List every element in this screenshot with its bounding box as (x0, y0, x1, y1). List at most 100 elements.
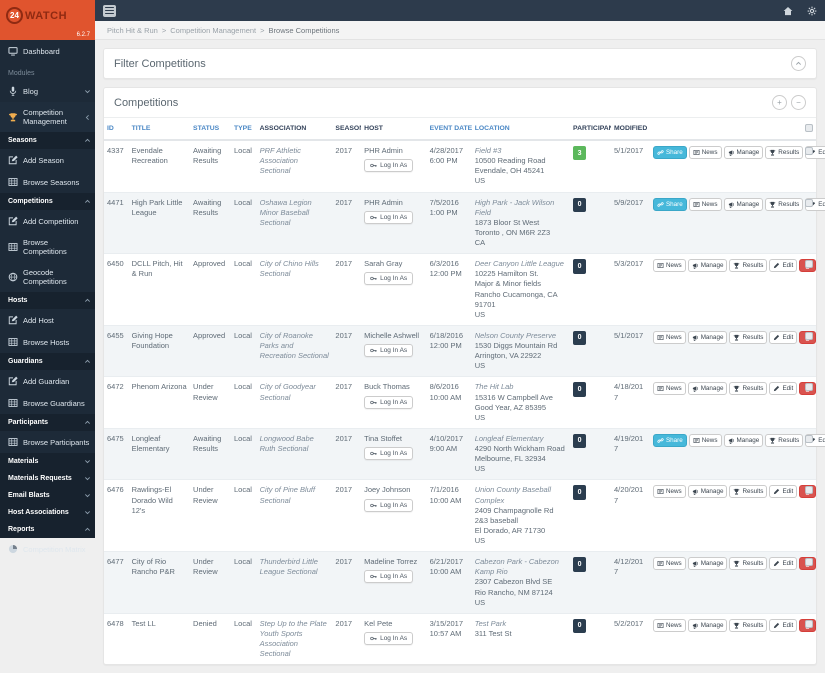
news-button[interactable]: News (652, 330, 686, 344)
sidebar-item-add-competition[interactable]: Add Competition (0, 210, 95, 232)
sidebar-header-email-blasts[interactable]: Email Blasts (0, 487, 95, 504)
share-button[interactable]: Share (652, 433, 687, 447)
column-header-event-date[interactable]: EVENT DATE (426, 117, 472, 141)
column-header-status[interactable]: STATUS (190, 117, 231, 141)
log-in-as-button[interactable]: Log In As (364, 447, 414, 460)
manage-button[interactable]: Manage (723, 197, 764, 211)
column-header-title[interactable]: TITLE (128, 117, 191, 141)
row-checkbox[interactable] (804, 558, 813, 567)
log-in-as-button[interactable]: Log In As (364, 631, 414, 645)
manage-button[interactable]: Manage (723, 146, 764, 159)
log-in-as-button[interactable]: Log In As (364, 498, 414, 512)
sidebar-header-seasons[interactable]: Seasons (0, 132, 95, 149)
sidebar-item-add-season[interactable]: Add Season (0, 149, 95, 171)
edit-button[interactable]: Edit (769, 485, 798, 499)
log-in-as-button[interactable]: Log In As (364, 272, 414, 286)
column-header-id[interactable]: ID (104, 117, 129, 141)
edit-button[interactable]: Edit (769, 259, 798, 273)
sidebar-item-geocode-competitions[interactable]: Geocode Competitions (0, 262, 95, 292)
manage-button[interactable]: Manage (723, 433, 764, 447)
sidebar-item-browse-seasons[interactable]: Browse Seasons (0, 171, 95, 193)
sidebar-item-browse-hosts[interactable]: Browse Hosts (0, 331, 95, 353)
results-button[interactable]: Results (729, 382, 768, 396)
cell-status: Approved (193, 330, 226, 340)
sidebar-header-host-associations[interactable]: Host Associations (0, 504, 95, 521)
select-all-checkbox[interactable] (804, 124, 813, 132)
gear-icon[interactable] (807, 6, 817, 16)
share-button[interactable]: Share (652, 146, 687, 159)
news-button[interactable]: News (688, 197, 722, 211)
filter-collapse-button[interactable] (791, 56, 806, 71)
manage-button[interactable]: Manage (687, 259, 728, 273)
sidebar-item-browse-competitions[interactable]: Browse Competitions (0, 232, 95, 262)
edit-button[interactable]: Edit (769, 618, 798, 632)
column-header-type[interactable]: TYPE (231, 117, 257, 141)
results-button[interactable]: Results (729, 330, 768, 344)
log-in-as-button[interactable]: Log In As (364, 210, 414, 224)
results-button[interactable]: Results (765, 197, 804, 211)
sidebar-header-label: Competitions (8, 198, 53, 205)
log-in-as-button[interactable]: Log In As (364, 570, 414, 584)
sidebar-item-browse-participants[interactable]: Browse Participants (0, 431, 95, 453)
manage-button[interactable]: Manage (687, 330, 728, 344)
column-header-location[interactable]: LOCATION (471, 117, 571, 141)
edit-button[interactable]: Edit (769, 382, 798, 396)
manage-button[interactable]: Manage (687, 382, 728, 396)
results-button[interactable]: Results (729, 485, 768, 499)
location-line: 10225 Hamilton St. (474, 269, 539, 279)
news-button[interactable]: News (652, 382, 686, 396)
log-in-as-button[interactable]: Log In As (364, 395, 414, 409)
edit-button[interactable]: Edit (769, 330, 798, 344)
home-icon[interactable] (783, 6, 793, 16)
row-checkbox[interactable] (804, 383, 813, 392)
row-checkbox[interactable] (804, 260, 813, 269)
app-logo[interactable]: 24 WATCH 6.2.7 (0, 0, 95, 40)
add-competition-button[interactable]: + (772, 95, 787, 110)
row-checkbox[interactable] (804, 147, 813, 155)
news-button[interactable]: News (688, 146, 722, 159)
sidebar-item-competition-management[interactable]: Competition Management (0, 102, 95, 132)
row-checkbox[interactable] (804, 619, 813, 628)
news-button[interactable]: News (652, 618, 686, 632)
news-button[interactable]: News (688, 433, 722, 447)
sidebar-header-guardians[interactable]: Guardians (0, 353, 95, 370)
sidebar-header-participants[interactable]: Participants (0, 414, 95, 431)
sidebar-item-blog[interactable]: Blog (0, 80, 95, 102)
sidebar-toggle-icon[interactable] (103, 4, 116, 17)
location-line: Toronto , ON M6R 2Z3 (474, 227, 551, 237)
sidebar-header-hosts[interactable]: Hosts (0, 292, 95, 309)
share-button[interactable]: Share (652, 197, 687, 211)
manage-button[interactable]: Manage (687, 618, 728, 632)
edit-button[interactable]: Edit (769, 557, 798, 571)
cell-host: Madeline Torrez Log In As (361, 552, 427, 614)
sidebar-header-materials[interactable]: Materials (0, 453, 95, 470)
sidebar-item-dashboard[interactable]: Dashboard (0, 40, 95, 62)
sidebar-header-competitions[interactable]: Competitions (0, 193, 95, 210)
breadcrumb-item[interactable]: Competition Management (170, 26, 256, 35)
sidebar-item-add-guardian[interactable]: Add Guardian (0, 370, 95, 392)
edit-button-label: Edit (782, 560, 794, 568)
row-checkbox[interactable] (804, 486, 813, 495)
row-checkbox[interactable] (804, 331, 813, 340)
news-button[interactable]: News (652, 557, 686, 571)
log-in-as-button[interactable]: Log In As (364, 159, 414, 173)
news-button[interactable]: News (652, 485, 686, 499)
log-in-as-button[interactable]: Log In As (364, 344, 414, 357)
sidebar-item-browse-guardians[interactable]: Browse Guardians (0, 392, 95, 414)
results-button[interactable]: Results (729, 618, 768, 632)
sidebar-item-add-host[interactable]: Add Host (0, 309, 95, 331)
sidebar-header-materials-requests[interactable]: Materials Requests (0, 470, 95, 487)
sidebar-header-reports[interactable]: Reports (0, 521, 95, 538)
row-checkbox[interactable] (804, 434, 813, 443)
news-button[interactable]: News (652, 259, 686, 273)
results-button[interactable]: Results (765, 433, 804, 447)
results-button[interactable]: Results (729, 259, 768, 273)
competitions-collapse-button[interactable]: − (791, 95, 806, 110)
results-button[interactable]: Results (729, 557, 768, 571)
sidebar-item-competition-matrix[interactable]: Competition Matrix (0, 538, 95, 560)
manage-button[interactable]: Manage (687, 557, 728, 571)
results-button[interactable]: Results (765, 146, 804, 159)
breadcrumb-item[interactable]: Pitch Hit & Run (107, 26, 158, 35)
row-checkbox[interactable] (804, 198, 813, 207)
manage-button[interactable]: Manage (687, 485, 728, 499)
